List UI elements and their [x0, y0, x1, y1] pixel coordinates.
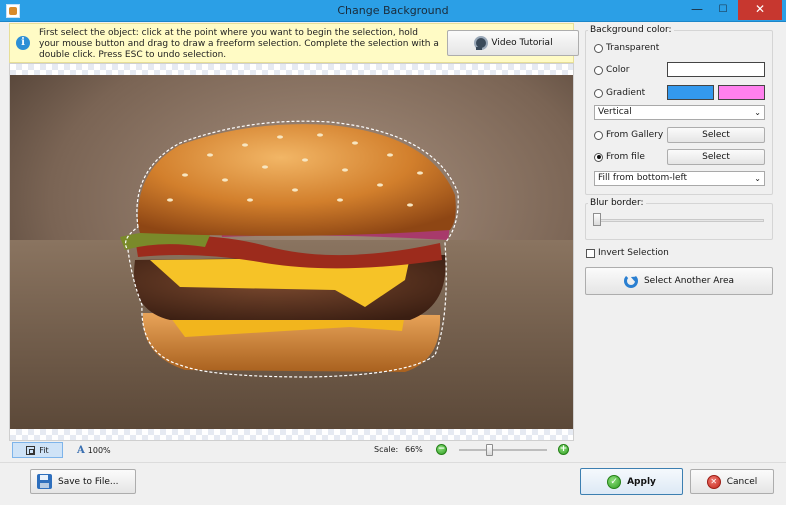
apply-label: Apply	[627, 476, 656, 487]
instruction-banner: i First select the object: click at the …	[9, 23, 579, 63]
fill-mode-value: Fill from bottom-left	[598, 173, 688, 183]
cancel-icon: ✕	[706, 474, 721, 489]
save-to-file-label: Save to File...	[58, 476, 119, 487]
footer-divider	[0, 462, 786, 463]
image-canvas[interactable]	[9, 63, 574, 441]
option-from-file-label: From file	[606, 152, 645, 162]
actual-size-icon: A	[77, 444, 85, 456]
zoom-100-button[interactable]: A 100%	[77, 443, 111, 457]
option-transparent-label: Transparent	[606, 43, 660, 53]
blur-slider-track[interactable]	[594, 219, 764, 222]
chevron-down-icon: ⌄	[754, 108, 761, 117]
fill-mode-select[interactable]: Fill from bottom-left ⌄	[594, 171, 765, 186]
select-another-area-label: Select Another Area	[643, 276, 735, 286]
scale-value: 66%	[405, 445, 423, 454]
window-title: Change Background	[337, 4, 449, 17]
option-color[interactable]: Color	[594, 65, 630, 75]
option-gradient[interactable]: Gradient	[594, 88, 645, 98]
option-from-file[interactable]: From file	[594, 152, 645, 162]
gradient-direction-value: Vertical	[598, 107, 632, 117]
invert-selection-label: Invert Selection	[598, 248, 669, 258]
transparency-checker-bottom	[10, 429, 573, 440]
radio-color[interactable]	[594, 65, 603, 75]
option-from-gallery-label: From Gallery	[606, 130, 664, 140]
background-color-legend: Background color:	[588, 25, 674, 35]
checkmark-icon: ✓	[607, 474, 622, 489]
apply-button[interactable]: ✓ Apply	[580, 468, 683, 495]
gradient-direction-select[interactable]: Vertical ⌄	[594, 105, 765, 120]
zoom-out-button[interactable]: −	[436, 444, 447, 455]
close-button[interactable]: ✕	[738, 0, 782, 20]
file-select-button[interactable]: Select	[667, 149, 765, 165]
scale-label: Scale:	[374, 445, 399, 454]
instruction-text: First select the object: click at the po…	[39, 28, 439, 60]
select-another-area-button[interactable]: Select Another Area	[585, 267, 773, 295]
invert-selection-box[interactable]	[586, 248, 595, 258]
radio-from-gallery[interactable]	[594, 130, 603, 140]
refresh-icon	[623, 274, 638, 288]
radio-from-file[interactable]	[594, 152, 603, 162]
video-tutorial-label: Video Tutorial	[491, 38, 553, 48]
option-gradient-label: Gradient	[606, 88, 646, 98]
zoom-slider-track[interactable]	[459, 449, 547, 451]
title-bar: Change Background — ☐ ✕	[0, 0, 786, 22]
floppy-disk-icon	[37, 474, 52, 489]
video-tutorial-button[interactable]: Video Tutorial	[447, 30, 579, 56]
maximize-button[interactable]: ☐	[710, 0, 736, 20]
color-swatch[interactable]	[667, 62, 765, 77]
option-from-gallery[interactable]: From Gallery	[594, 130, 663, 140]
canvas-toolbar: Fit A 100% Scale: 66% − +	[9, 441, 574, 459]
radio-gradient[interactable]	[594, 88, 603, 98]
option-color-label: Color	[606, 65, 630, 75]
cancel-label: Cancel	[726, 476, 758, 487]
transparency-checker-top	[10, 64, 573, 75]
minimize-button[interactable]: —	[684, 0, 710, 20]
gradient-end-swatch[interactable]	[718, 85, 765, 100]
chevron-down-icon: ⌄	[754, 174, 761, 183]
cancel-button[interactable]: ✕ Cancel	[690, 469, 774, 494]
gallery-select-button[interactable]: Select	[667, 127, 765, 143]
blur-slider-thumb[interactable]	[593, 213, 601, 226]
zoom-in-button[interactable]: +	[558, 444, 569, 455]
zoom-slider-thumb[interactable]	[486, 444, 493, 456]
fit-icon	[26, 445, 36, 455]
webcam-icon	[473, 36, 489, 50]
burger-photo[interactable]	[10, 75, 574, 431]
zoom-100-label: 100%	[87, 445, 111, 455]
fit-label: Fit	[39, 445, 49, 455]
blur-border-legend: Blur border:	[588, 198, 646, 208]
option-transparent[interactable]: Transparent	[594, 43, 659, 53]
gradient-start-swatch[interactable]	[667, 85, 714, 100]
info-icon: i	[16, 36, 30, 50]
invert-selection-checkbox[interactable]: Invert Selection	[586, 248, 669, 258]
fit-button[interactable]: Fit	[12, 442, 63, 458]
save-to-file-button[interactable]: Save to File...	[30, 469, 136, 494]
radio-transparent[interactable]	[594, 43, 603, 53]
